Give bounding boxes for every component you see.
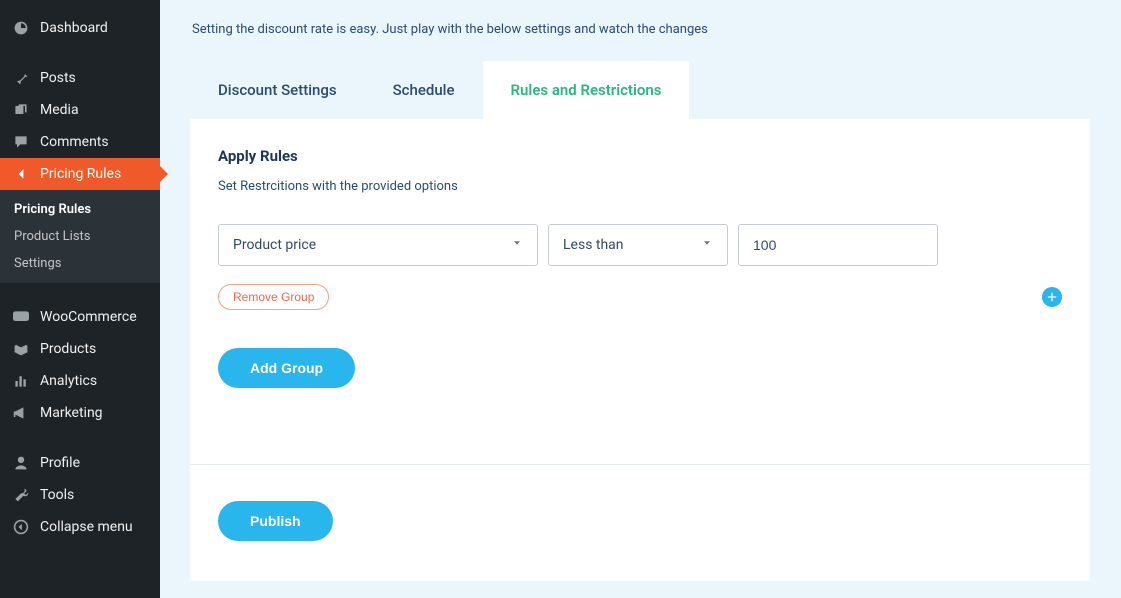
sidebar-item-profile[interactable]: Profile bbox=[0, 447, 160, 479]
sidebar-item-label: Marketing bbox=[40, 405, 103, 421]
sidebar-item-label: Posts bbox=[40, 70, 76, 86]
tab-discount-settings[interactable]: Discount Settings bbox=[190, 61, 365, 119]
add-group-button[interactable]: Add Group bbox=[218, 348, 355, 388]
sidebar-item-label: Products bbox=[40, 341, 96, 357]
plus-icon bbox=[1046, 291, 1058, 303]
main-content: Setting the discount rate is easy. Just … bbox=[160, 0, 1121, 598]
tab-rules-restrictions[interactable]: Rules and Restrictions bbox=[483, 61, 690, 119]
box-icon bbox=[12, 340, 30, 358]
sidebar-item-posts[interactable]: Posts bbox=[0, 62, 160, 94]
sidebar-item-label: Pricing Rules bbox=[40, 166, 121, 182]
sidebar-item-label: Analytics bbox=[40, 373, 97, 389]
sidebar-item-woocommerce[interactable]: WooCommerce bbox=[0, 301, 160, 333]
section-description: Set Restrcitions with the provided optio… bbox=[218, 179, 1062, 194]
sidebar-item-label: WooCommerce bbox=[40, 309, 137, 325]
sidebar-item-comments[interactable]: Comments bbox=[0, 126, 160, 158]
wrench-icon bbox=[12, 486, 30, 504]
megaphone-icon bbox=[12, 404, 30, 422]
remove-group-button[interactable]: Remove Group bbox=[218, 284, 329, 310]
sidebar-item-label: Tools bbox=[40, 487, 74, 503]
sidebar-item-marketing[interactable]: Marketing bbox=[0, 397, 160, 429]
sidebar-item-label: Profile bbox=[40, 455, 80, 471]
sidebar-item-label: Dashboard bbox=[40, 20, 108, 36]
pin-icon bbox=[12, 69, 30, 87]
rule-value-input[interactable] bbox=[738, 224, 938, 266]
sidebar-item-label: Collapse menu bbox=[40, 519, 133, 535]
sidebar-sub-settings[interactable]: Settings bbox=[0, 250, 160, 277]
sidebar-item-label: Media bbox=[40, 102, 79, 118]
sidebar-item-products[interactable]: Products bbox=[0, 333, 160, 365]
sidebar-item-tools[interactable]: Tools bbox=[0, 479, 160, 511]
sidebar-item-label: Comments bbox=[40, 134, 109, 150]
publish-button[interactable]: Publish bbox=[218, 501, 333, 541]
sidebar-item-dashboard[interactable]: Dashboard bbox=[0, 12, 160, 44]
group-footer: Remove Group bbox=[218, 284, 1062, 310]
chevron-down-icon bbox=[701, 237, 713, 253]
sidebar-sub-pricing-rules[interactable]: Pricing Rules bbox=[0, 196, 160, 223]
rule-field-select[interactable]: Product price bbox=[218, 224, 538, 266]
add-rule-button[interactable] bbox=[1042, 287, 1062, 307]
divider bbox=[190, 464, 1090, 465]
tabs: Discount Settings Schedule Rules and Res… bbox=[190, 61, 1090, 119]
intro-text: Setting the discount rate is easy. Just … bbox=[190, 12, 1091, 61]
collapse-icon bbox=[12, 518, 30, 536]
sidebar-item-analytics[interactable]: Analytics bbox=[0, 365, 160, 397]
sidebar-item-pricing-rules[interactable]: Pricing Rules bbox=[0, 158, 160, 190]
chevron-down-icon bbox=[511, 237, 523, 253]
rule-operator-select[interactable]: Less than bbox=[548, 224, 728, 266]
woo-icon bbox=[12, 308, 30, 326]
settings-panel: Discount Settings Schedule Rules and Res… bbox=[190, 61, 1090, 581]
sidebar-item-collapse[interactable]: Collapse menu bbox=[0, 511, 160, 543]
dashboard-icon bbox=[12, 19, 30, 37]
user-icon bbox=[12, 454, 30, 472]
admin-sidebar: Dashboard Posts Media Comments Pricing R… bbox=[0, 0, 160, 598]
media-icon bbox=[12, 101, 30, 119]
sidebar-sub-product-lists[interactable]: Product Lists bbox=[0, 223, 160, 250]
apply-rules-section: Apply Rules Set Restrcitions with the pr… bbox=[190, 119, 1090, 428]
tab-schedule[interactable]: Schedule bbox=[365, 61, 483, 119]
comment-icon bbox=[12, 133, 30, 151]
rule-row: Product price Less than bbox=[218, 224, 1062, 266]
bars-icon bbox=[12, 372, 30, 390]
sidebar-item-media[interactable]: Media bbox=[0, 94, 160, 126]
section-heading: Apply Rules bbox=[218, 147, 1062, 165]
sidebar-submenu: Pricing Rules Product Lists Settings bbox=[0, 190, 160, 283]
chevron-left-icon bbox=[12, 165, 30, 183]
